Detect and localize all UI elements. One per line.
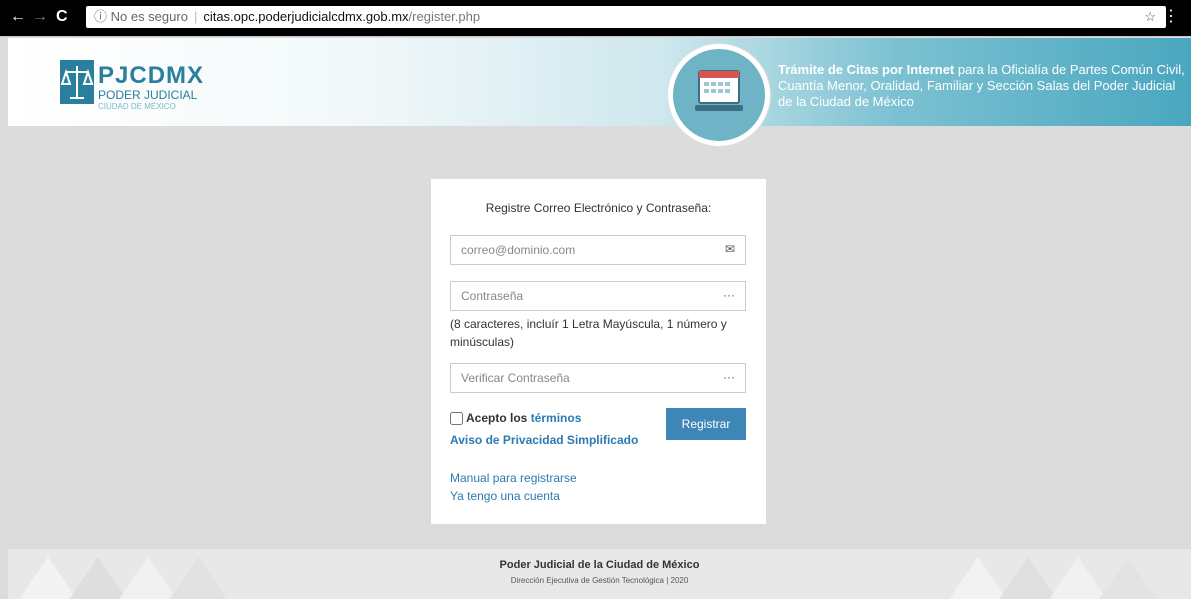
- manual-link[interactable]: Manual para registrarse: [450, 471, 577, 485]
- forward-button[interactable]: →: [32, 6, 48, 28]
- have-account-link[interactable]: Ya tengo una cuenta: [450, 489, 560, 503]
- verify-password-input[interactable]: [451, 364, 721, 392]
- password-dots-icon: ···: [723, 370, 735, 384]
- pjcdmx-logo[interactable]: PJCDMX PODER JUDICIAL CIUDAD DE MÉXICO: [60, 60, 250, 112]
- address-bar[interactable]: ⓘ No es seguro | citas.opc.poderjudicialcd…: [86, 6, 1166, 28]
- back-button[interactable]: ←: [10, 6, 26, 28]
- accept-terms-checkbox[interactable]: [450, 412, 463, 426]
- calendar-badge: [668, 44, 770, 146]
- url-host: citas.opc.poderjudicialcdmx.gob.mx: [203, 9, 409, 24]
- form-title: Registre Correo Electrónico y Contraseña…: [485, 201, 712, 215]
- logo-subtitle: PODER JUDICIAL: [98, 88, 198, 102]
- logo-brand: PJCDMX: [98, 62, 205, 89]
- password-input[interactable]: [451, 282, 721, 310]
- calendar-icon: [695, 70, 743, 111]
- register-button[interactable]: Registrar: [666, 408, 746, 440]
- email-field[interactable]: ✉: [450, 235, 746, 265]
- site-footer: Poder Judicial de la Ciudad de México Di…: [8, 549, 1191, 599]
- browser-menu-icon[interactable]: ⋮: [1163, 6, 1179, 28]
- site-header: PJCDMX PODER JUDICIAL CIUDAD DE MÉXICO T…: [8, 38, 1191, 146]
- register-panel: Registre Correo Electrónico y Contraseña…: [431, 179, 766, 524]
- url-path: /register.php: [408, 9, 481, 24]
- email-input[interactable]: [451, 236, 721, 264]
- logo-city: CIUDAD DE MÉXICO: [98, 102, 176, 111]
- footer-title: Poder Judicial de la Ciudad de México: [499, 559, 700, 571]
- reload-button[interactable]: C: [56, 6, 68, 28]
- browser-toolbar: ← → C ⓘ No es seguro | citas.opc.poderjudi…: [0, 0, 1191, 37]
- tagline-bold: Trámite de Citas por Internet: [778, 62, 955, 77]
- envelope-icon: ✉: [724, 242, 735, 256]
- header-tagline: Trámite de Citas por Internet para la Of…: [778, 62, 1188, 110]
- password-dots-icon: ···: [723, 288, 735, 302]
- password-hint: (8 caracteres, incluír 1 Letra Mayúscula…: [450, 317, 727, 349]
- privacy-notice-link[interactable]: Aviso de Privacidad Simplificado: [450, 433, 638, 447]
- bookmark-star-icon[interactable]: ☆: [1144, 6, 1156, 28]
- scales-emblem-icon: [60, 60, 94, 104]
- footer-subtitle: Dirección Ejecutiva de Gestión Tecnológi…: [510, 576, 689, 585]
- terms-link[interactable]: términos: [531, 411, 582, 425]
- password-field[interactable]: ···: [450, 281, 746, 311]
- security-indicator[interactable]: ⓘ No es seguro: [94, 9, 188, 24]
- verify-password-field[interactable]: ···: [450, 363, 746, 393]
- address-separator: |: [193, 9, 198, 24]
- accept-terms-label: Acepto los: [466, 411, 531, 425]
- accept-terms[interactable]: Acepto los términos: [450, 411, 582, 426]
